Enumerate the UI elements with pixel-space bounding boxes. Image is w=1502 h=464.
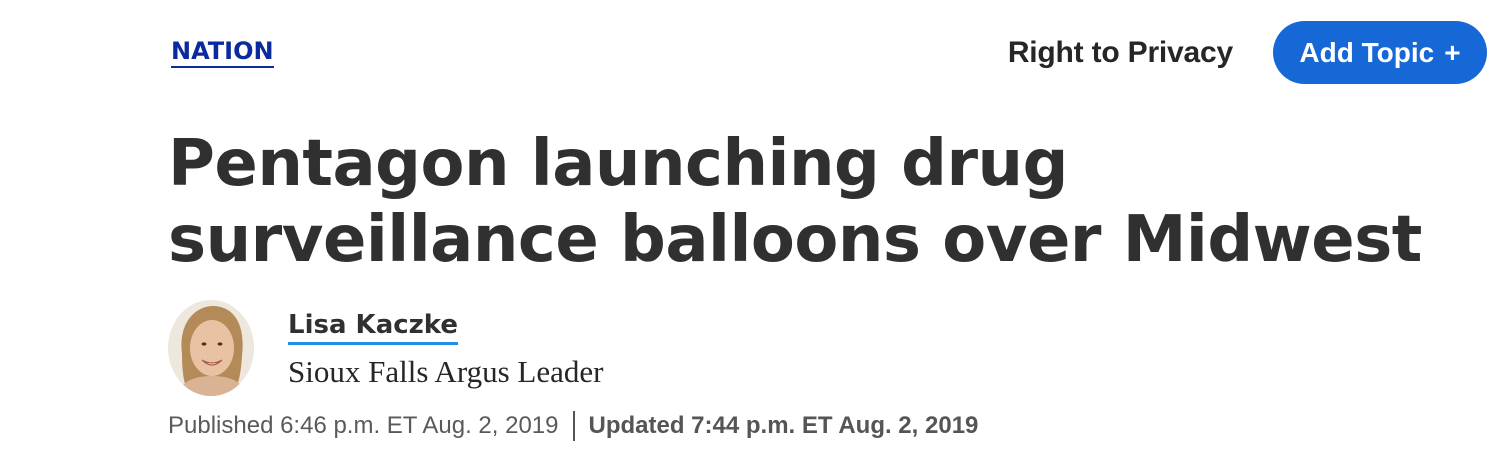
article-headline: Pentagon launching drug surveillance bal…	[168, 126, 1488, 278]
author-name-link[interactable]: Lisa Kaczke	[288, 308, 459, 345]
add-topic-button[interactable]: Add Topic +	[1273, 21, 1487, 84]
headline-line-2: surveillance balloons over Midwest	[168, 203, 1422, 277]
author-organization: Sioux Falls Argus Leader	[288, 354, 604, 389]
plus-icon: +	[1444, 36, 1461, 68]
section-link-nation[interactable]: NATION	[171, 36, 274, 68]
dateline-divider	[572, 411, 575, 441]
updated-timestamp: Updated 7:44 p.m. ET Aug. 2, 2019	[588, 412, 979, 439]
author-avatar[interactable]	[168, 300, 254, 396]
published-timestamp: Published 6:46 p.m. ET Aug. 2, 2019	[168, 412, 559, 439]
topic-follow-bar: Right to Privacy Add Topic +	[1008, 21, 1487, 84]
author-photo	[168, 300, 254, 396]
topic-label: Right to Privacy	[1007, 35, 1233, 69]
headline-line-1: Pentagon launching drug	[168, 127, 1068, 201]
add-topic-button-label: Add Topic	[1299, 36, 1435, 68]
article-dateline: Published 6:46 p.m. ET Aug. 2, 2019 Upda…	[168, 410, 978, 442]
